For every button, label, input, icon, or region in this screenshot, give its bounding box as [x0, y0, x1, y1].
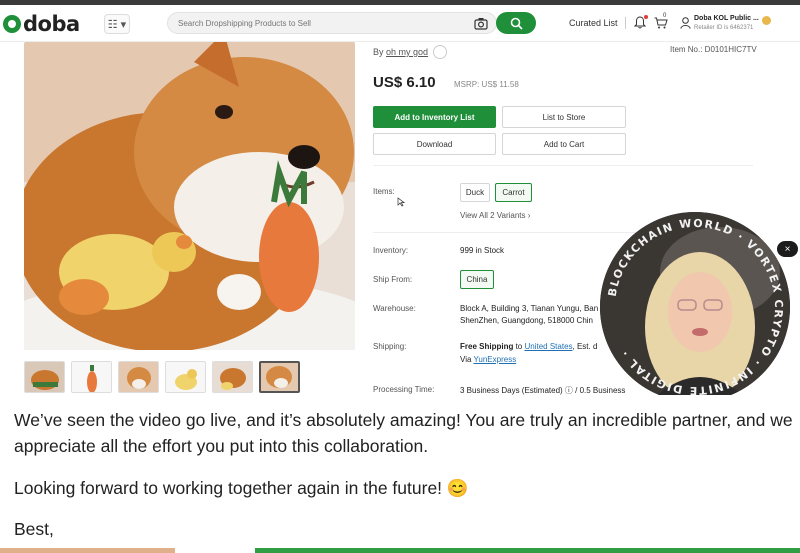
shipping-carrier-line: Via YunExpress — [460, 355, 516, 364]
inventory-label: Inventory: — [373, 246, 409, 255]
items-label: Items: — [373, 187, 395, 196]
email-body: We’ve seen the video go live, and it’s a… — [0, 395, 800, 553]
membership-badge-icon — [762, 16, 771, 25]
seller-link[interactable]: oh my god — [386, 47, 428, 57]
doba-logo[interactable]: doba — [3, 12, 80, 36]
account-name[interactable]: Doba KOL Public ... — [694, 15, 759, 22]
notification-dot — [644, 15, 648, 19]
variant-carrot[interactable]: Carrot — [495, 183, 532, 202]
thumbnail-strip — [24, 361, 300, 393]
doba-logo-icon — [3, 15, 21, 33]
product-thumbnail[interactable] — [165, 361, 206, 393]
shipping-label: Shipping: — [373, 342, 407, 351]
product-thumbnail[interactable] — [71, 361, 112, 393]
header-divider — [625, 17, 626, 29]
ship-from-label: Ship From: — [373, 275, 413, 284]
user-icon[interactable] — [680, 17, 691, 29]
by-prefix: By — [373, 47, 384, 57]
chat-icon[interactable] — [433, 45, 447, 59]
bottom-bar-left — [0, 548, 175, 553]
shipping-estimate-text: , Est. d — [572, 342, 598, 351]
site-header: doba ☷ ▾ Curated List 0 Doba KOL Public … — [0, 5, 800, 42]
shipping-country-link[interactable]: United States — [524, 342, 572, 351]
add-to-inventory-button[interactable]: Add to Inventory List — [373, 106, 496, 128]
warehouse-label: Warehouse: — [373, 304, 416, 313]
search-icon — [510, 17, 523, 30]
email-paragraph-3: Best, — [14, 519, 54, 539]
view-all-variants-text: View All 2 Variants — [460, 211, 526, 220]
bottom-bar-right — [255, 548, 800, 553]
doba-logo-text: doba — [23, 12, 80, 36]
inventory-value: 999 in Stock — [460, 246, 505, 255]
search-button[interactable] — [496, 12, 536, 34]
webcam-overlay[interactable]: BLOCKCHAIN WORLD · VORTEX CRYPTO · INFIN… — [600, 212, 790, 402]
price: US$ 6.10 — [373, 74, 436, 91]
webcam-close-button[interactable]: × — [777, 241, 798, 257]
msrp: MSRP: US$ 11.58 — [454, 80, 519, 89]
mouse-cursor-icon — [397, 197, 405, 207]
view-all-variants-link[interactable]: View All 2 Variants › — [460, 211, 530, 220]
product-thumbnail[interactable] — [118, 361, 159, 393]
chevron-right-icon: › — [527, 211, 531, 220]
free-shipping-text: Free Shipping — [460, 342, 514, 351]
processing-time-label: Processing Time: — [373, 385, 435, 394]
shipping-to-text: to — [515, 342, 523, 351]
product-main-image[interactable] — [24, 42, 355, 350]
camera-search-icon[interactable] — [474, 17, 488, 30]
variant-duck[interactable]: Duck — [460, 183, 490, 202]
seller-line: By oh my god — [373, 47, 428, 57]
shipping-line: Free Shipping to United States, Est. d — [460, 342, 597, 351]
presenter-video: BLOCKCHAIN WORLD · VORTEX CRYPTO · INFIN… — [600, 212, 790, 402]
item-number: Item No.: D0101HIC7TV — [670, 45, 757, 54]
list-to-store-button[interactable]: List to Store — [502, 106, 626, 128]
download-button[interactable]: Download — [373, 133, 496, 155]
search-input[interactable] — [178, 16, 458, 31]
category-menu-button[interactable]: ☷ ▾ — [104, 14, 130, 34]
carrier-link[interactable]: YunExpress — [474, 355, 517, 364]
product-thumbnail[interactable] — [24, 361, 65, 393]
email-paragraph-2: Looking forward to working together agai… — [14, 478, 469, 498]
warehouse-line-2: ShenZhen, Guangdong, 518000 Chin — [460, 316, 593, 325]
email-paragraph-1: We’ve seen the video go live, and it’s a… — [14, 410, 793, 456]
add-to-cart-button[interactable]: Add to Cart — [502, 133, 626, 155]
warehouse-line-1: Block A, Building 3, Tianan Yungu, Ban — [460, 304, 599, 313]
divider — [373, 165, 753, 166]
cart-count-badge: 0 — [663, 13, 667, 19]
retailer-id: Retailer ID is 6462371 — [694, 25, 754, 31]
product-thumbnail-selected[interactable] — [259, 361, 300, 393]
product-thumbnail[interactable] — [212, 361, 253, 393]
shiba-dog-photo — [24, 42, 355, 350]
search-bar — [167, 12, 497, 34]
ship-from-china[interactable]: China — [460, 270, 494, 289]
shipping-via-text: Via — [460, 355, 472, 364]
curated-list-link[interactable]: Curated List — [569, 18, 618, 28]
